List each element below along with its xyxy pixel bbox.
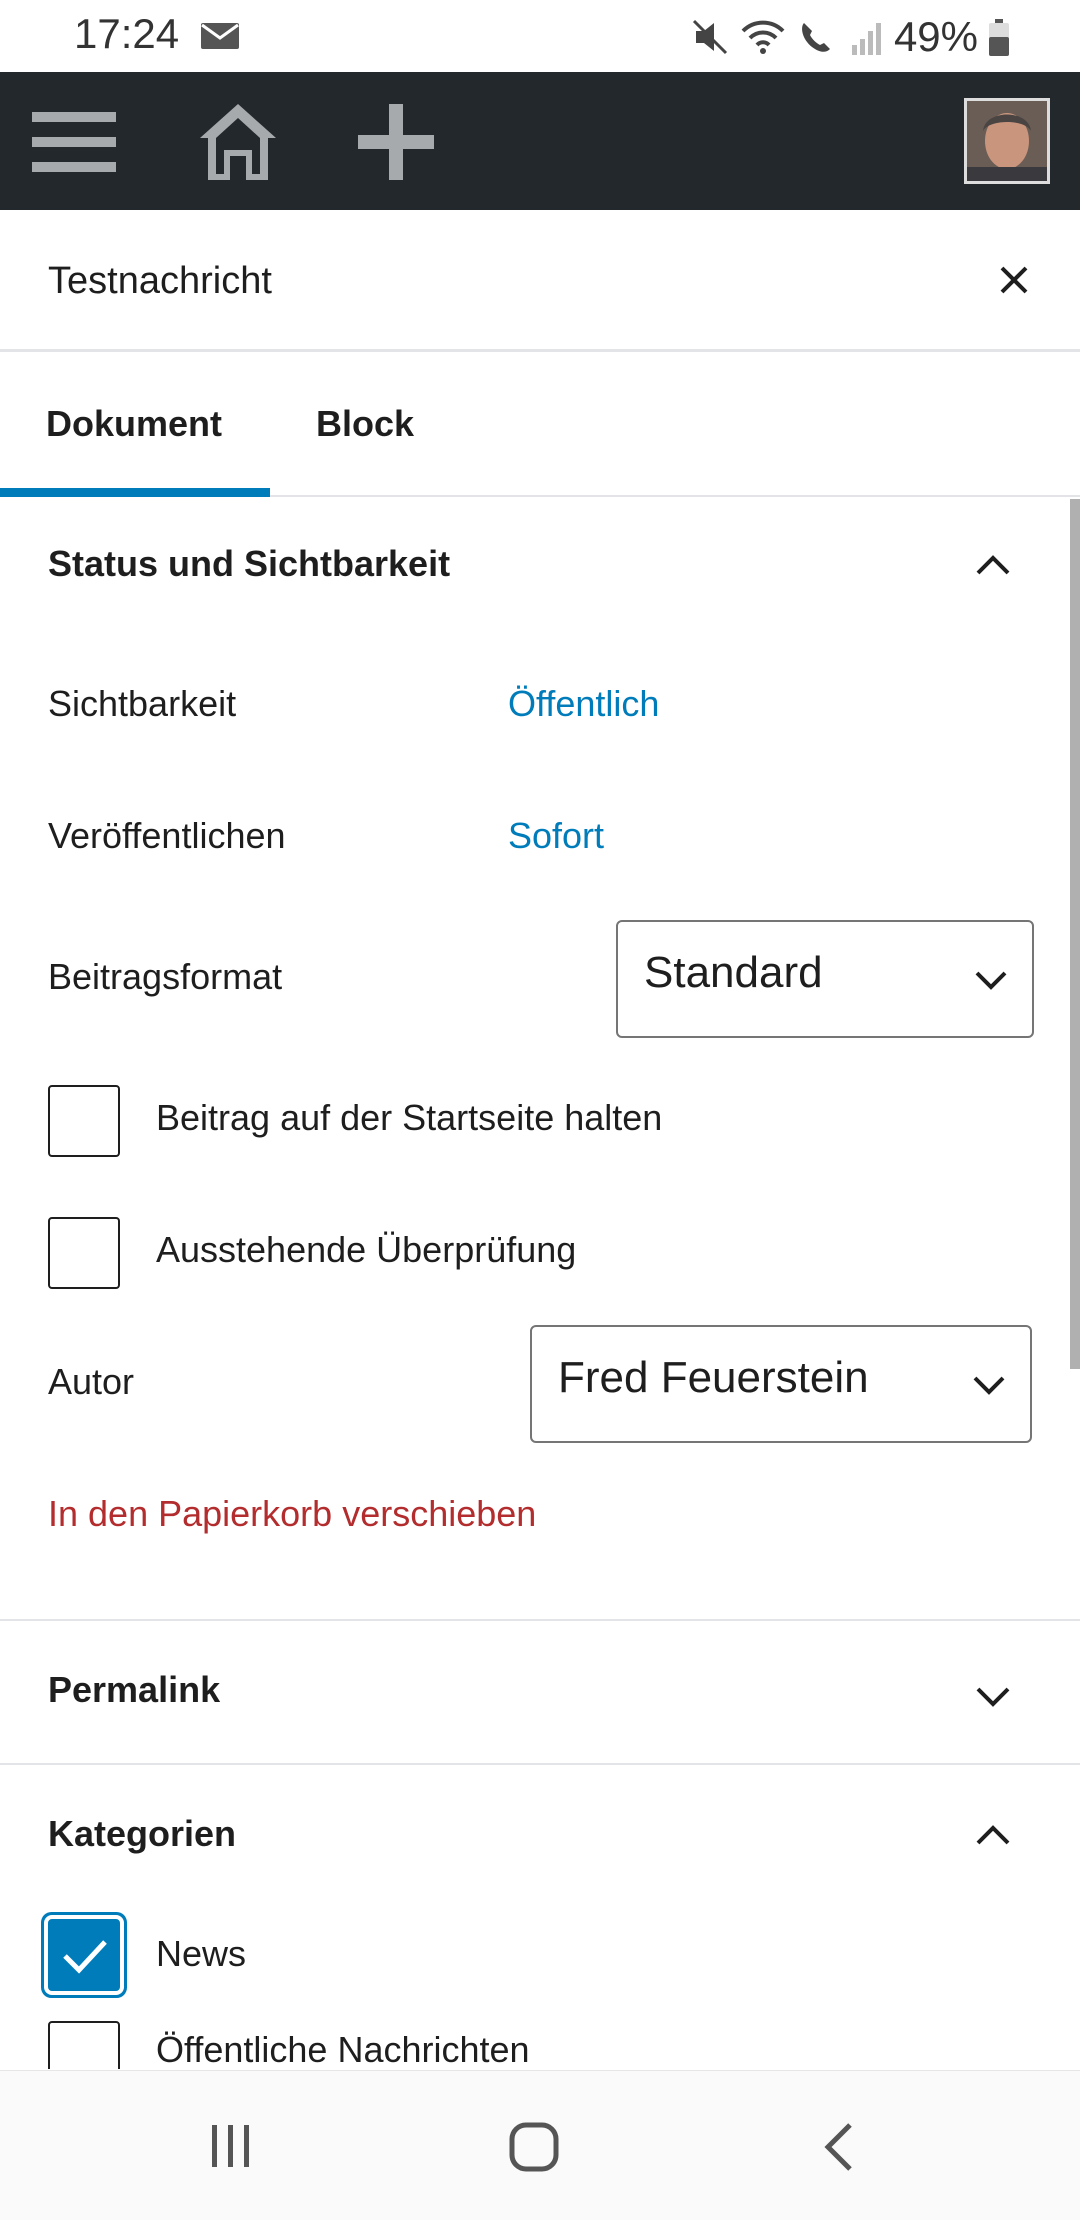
battery-percent: 49% xyxy=(893,13,978,60)
author-value: Fred Feuerstein xyxy=(558,1353,869,1402)
settings-panel[interactable]: Status und Sichtbarkeit Sichtbarkeit Öff… xyxy=(0,499,1080,2069)
section-divider xyxy=(0,1619,1080,1621)
wifi-icon xyxy=(741,20,785,54)
author-select[interactable]: Fred Feuerstein xyxy=(530,1325,1032,1443)
status-bar: 17:24 49% xyxy=(0,0,1080,72)
recent-apps-icon[interactable] xyxy=(206,2121,256,2171)
admin-bar xyxy=(0,72,1080,210)
avatar[interactable] xyxy=(964,98,1050,184)
checkmark-icon xyxy=(63,1940,107,1974)
pending-review-checkbox[interactable] xyxy=(48,1217,120,1289)
visibility-label: Sichtbarkeit xyxy=(48,683,237,724)
status-time: 17:24 xyxy=(74,10,180,57)
move-to-trash-button[interactable]: In den Papierkorb verschieben xyxy=(48,1493,536,1535)
wifi-call-icon xyxy=(802,23,830,52)
sheet-header: Testnachricht xyxy=(0,212,1080,352)
avatar-face-icon xyxy=(967,101,1047,181)
close-icon[interactable] xyxy=(992,258,1036,302)
publish-label: Veröffentlichen xyxy=(48,815,286,856)
active-tab-indicator xyxy=(0,488,270,497)
category-checkbox-public-news[interactable] xyxy=(48,2021,120,2069)
author-label: Autor xyxy=(48,1361,135,1402)
chevron-down-icon xyxy=(975,971,1007,990)
visibility-toggle[interactable]: Öffentlich xyxy=(508,683,659,725)
status-icons: 49% xyxy=(690,12,1010,62)
category-checkbox-news[interactable] xyxy=(48,1919,120,1991)
plus-icon[interactable] xyxy=(354,100,438,184)
section-title-permalink[interactable]: Permalink xyxy=(48,1669,220,1711)
chevron-up-icon[interactable] xyxy=(974,1823,1012,1847)
tab-block[interactable]: Block xyxy=(316,403,414,445)
battery-icon xyxy=(989,19,1009,56)
section-title-categories[interactable]: Kategorien xyxy=(48,1813,236,1855)
menu-icon[interactable] xyxy=(30,100,118,184)
chevron-up-icon[interactable] xyxy=(974,553,1012,577)
mail-icon xyxy=(201,23,239,49)
post-format-label: Beitragsformat xyxy=(48,956,283,997)
home-icon[interactable] xyxy=(198,100,278,184)
chevron-down-icon xyxy=(973,1376,1005,1395)
sticky-checkbox[interactable] xyxy=(48,1085,120,1157)
sidebar-tabs: Dokument Block xyxy=(0,355,1080,497)
section-title-status[interactable]: Status und Sichtbarkeit xyxy=(48,543,450,585)
back-icon[interactable] xyxy=(818,2121,858,2173)
post-title: Testnachricht xyxy=(48,260,272,302)
section-divider xyxy=(0,1763,1080,1765)
chevron-down-icon[interactable] xyxy=(974,1685,1012,1709)
tab-dokument[interactable]: Dokument xyxy=(46,403,222,445)
mute-icon xyxy=(692,19,727,55)
signal-icon xyxy=(851,23,881,55)
pending-review-label[interactable]: Ausstehende Überprüfung xyxy=(156,1229,576,1271)
post-format-value: Standard xyxy=(644,948,823,997)
category-label-news[interactable]: News xyxy=(156,1933,246,1975)
system-nav-bar xyxy=(0,2070,1080,2220)
home-nav-icon[interactable] xyxy=(508,2121,560,2173)
category-label-public-news[interactable]: Öffentliche Nachrichten xyxy=(156,2029,530,2069)
publish-date-toggle[interactable]: Sofort xyxy=(508,815,604,857)
scrollbar[interactable] xyxy=(1070,499,1080,1369)
post-format-select[interactable]: Standard xyxy=(616,920,1034,1038)
sticky-label[interactable]: Beitrag auf der Startseite halten xyxy=(156,1097,662,1139)
